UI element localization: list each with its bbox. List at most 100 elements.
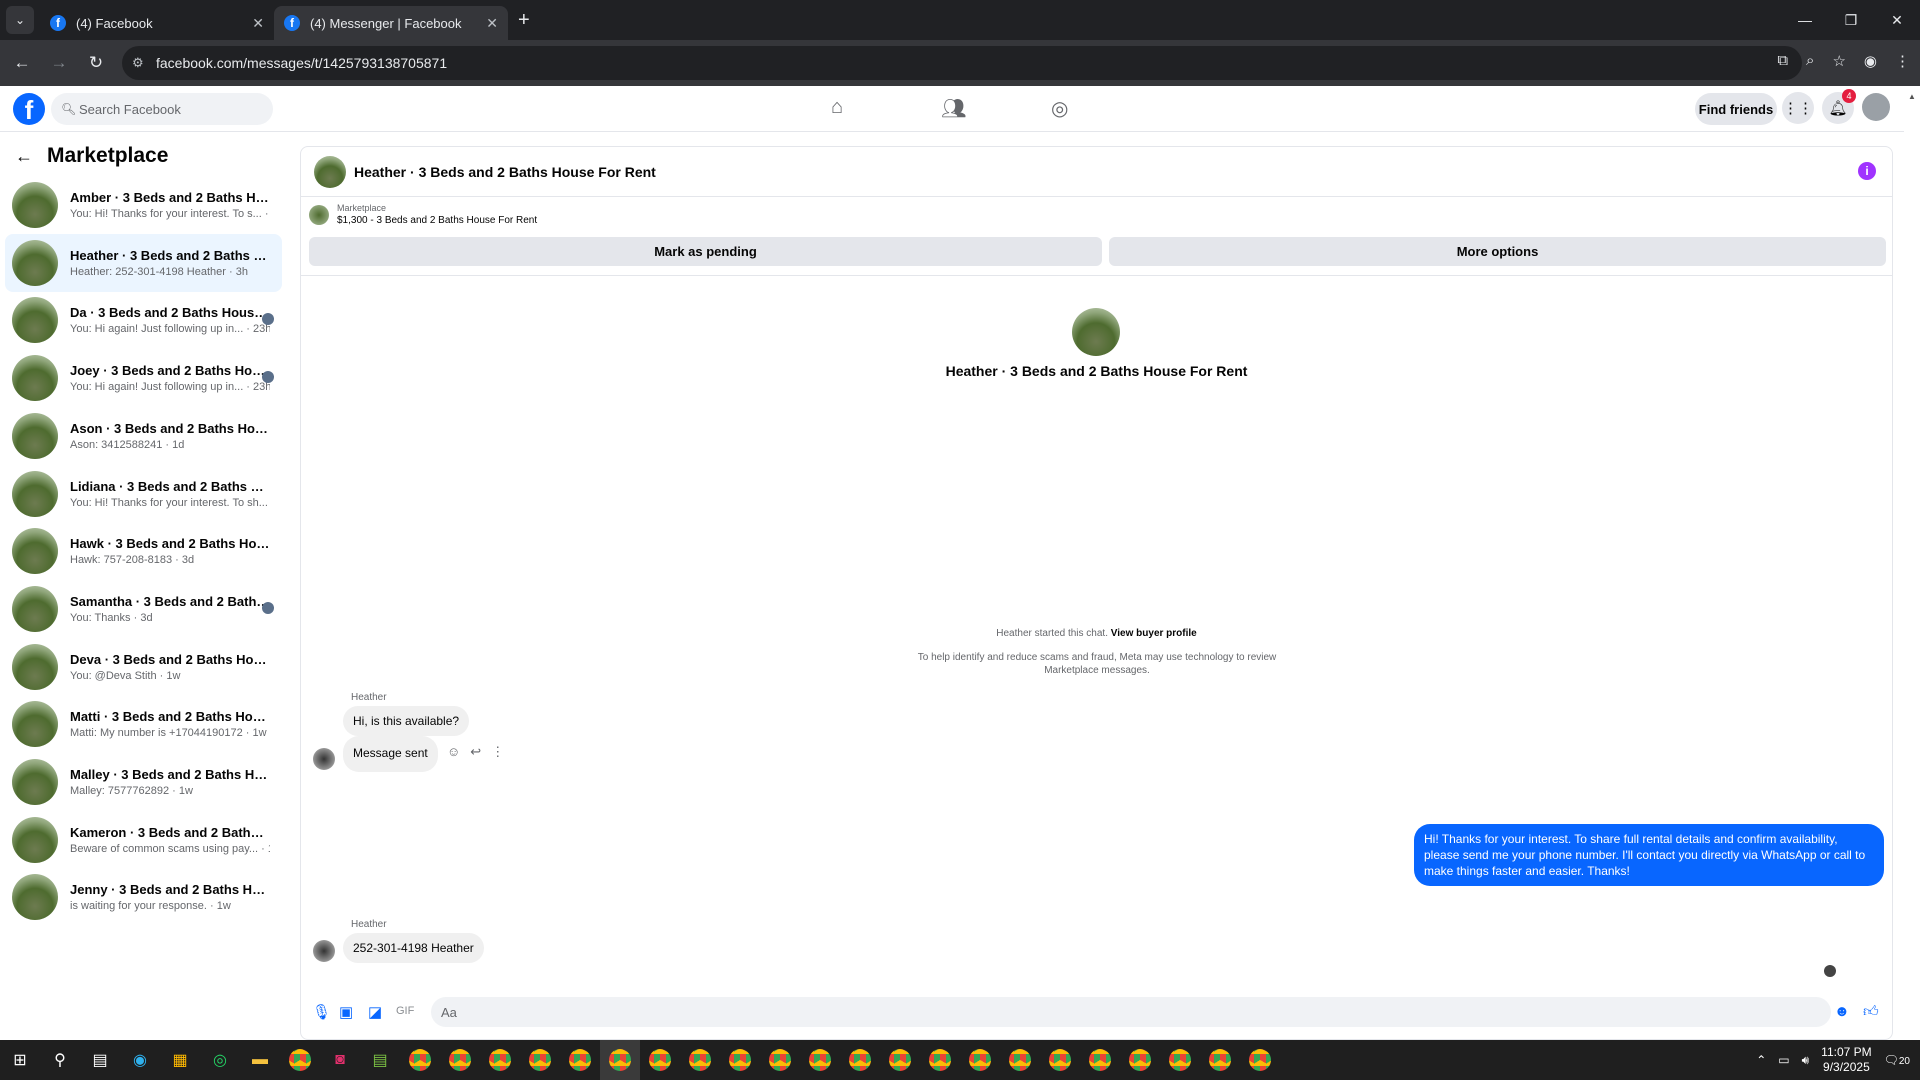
mark-as-pending-button[interactable]: Mark as pending [309, 237, 1102, 266]
info-icon[interactable]: i [1858, 162, 1876, 180]
zoom-icon[interactable]: ⌕ [1806, 52, 1814, 70]
clock[interactable]: 11:07 PM 9/3/2025 [1821, 1045, 1871, 1075]
conversation-item[interactable]: Amber · 3 Beds and 2 Baths House... You: … [5, 176, 282, 234]
friends-icon[interactable]: 👥︎ [941, 96, 966, 121]
facebook-logo-icon[interactable]: f [13, 93, 45, 125]
sender-avatar[interactable] [313, 940, 335, 962]
incoming-message[interactable]: 252-301-4198 Heather [343, 933, 484, 963]
task-view-icon[interactable]: ▤ [80, 1040, 120, 1080]
chrome-profile-icon[interactable] [920, 1040, 960, 1080]
listing-summary[interactable]: Marketplace $1,300 - 3 Beds and 2 Baths … [309, 203, 537, 226]
page-scrollbar[interactable]: ▲ [1904, 86, 1920, 1040]
chrome-profile-icon[interactable] [1160, 1040, 1200, 1080]
url-bar[interactable]: ⚙ facebook.com/messages/t/14257931387058… [122, 46, 1802, 80]
emoji-icon[interactable]: ☻ [1834, 1003, 1850, 1020]
incoming-message[interactable]: Hi, is this available? [343, 706, 470, 736]
edge-icon[interactable]: ◉ [120, 1040, 160, 1080]
start-icon[interactable]: ⊞ [0, 1040, 40, 1080]
conversation-item[interactable]: Hawk · 3 Beds and 2 Baths House ... Hawk:… [5, 522, 282, 580]
react-smiley-icon[interactable]: ☺ [447, 744, 460, 760]
menu-grid-icon[interactable]: ⋮⋮ [1782, 92, 1814, 124]
conversation-item[interactable]: Heather · 3 Beds and 2 Baths Hous... Heat… [5, 233, 282, 292]
back-arrow-icon[interactable]: ← [15, 146, 33, 167]
account-avatar[interactable] [1862, 93, 1890, 121]
like-thumb-icon[interactable]: 👍︎ [1863, 1003, 1879, 1021]
chrome-profile-icon[interactable] [1200, 1040, 1240, 1080]
conversation-item[interactable]: Deva · 3 Beds and 2 Baths House F... You:… [5, 638, 282, 696]
tray-overflow-icon[interactable]: ⌃ [1756, 1053, 1766, 1067]
notification-center-icon[interactable]: 🗨︎20 [1884, 1053, 1910, 1067]
minimize-icon[interactable]: — [1782, 0, 1828, 40]
chrome-icon[interactable] [280, 1040, 320, 1080]
chrome-profile-icon[interactable] [1240, 1040, 1280, 1080]
new-tab-button[interactable]: + [518, 9, 530, 32]
site-info-icon[interactable]: ⚙ [132, 55, 144, 71]
install-app-icon[interactable]: ⧉ [1777, 52, 1788, 70]
search-icon[interactable]: ⚲ [40, 1040, 80, 1080]
home-icon[interactable]: ⌂ [831, 96, 843, 119]
sticker-icon[interactable]: ◪ [368, 1003, 382, 1021]
file-explorer-icon[interactable]: ▬ [240, 1040, 280, 1080]
store-icon[interactable]: ▦ [160, 1040, 200, 1080]
tab-search-button[interactable]: ⌄ [6, 6, 34, 34]
instagram-icon[interactable]: ◙ [320, 1040, 360, 1080]
browser-tab-facebook[interactable]: f (4) Facebook ✕ [40, 6, 274, 40]
gif-icon[interactable]: GIF [396, 1005, 414, 1017]
browser-tab-messenger[interactable]: f (4) Messenger | Facebook ✕ [274, 6, 508, 40]
chat-title[interactable]: Heather · 3 Beds and 2 Baths House For R… [354, 164, 656, 180]
profile-icon[interactable]: ◉ [1864, 52, 1877, 70]
conversation-item[interactable]: Lidiana · 3 Beds and 2 Baths Hous... You:… [5, 465, 282, 523]
chrome-profile-icon[interactable] [640, 1040, 680, 1080]
whatsapp-icon[interactable]: ◎ [200, 1040, 240, 1080]
chrome-profile-icon[interactable] [1120, 1040, 1160, 1080]
microphone-icon[interactable]: 🎙︎ [312, 1003, 331, 1021]
chrome-profile-icon[interactable] [760, 1040, 800, 1080]
groups-icon[interactable]: ◎ [1051, 96, 1068, 121]
conversation-item[interactable]: Malley · 3 Beds and 2 Baths House... Mall… [5, 753, 282, 811]
conversation-item[interactable]: Matti · 3 Beds and 2 Baths House ... Matt… [5, 695, 282, 753]
restore-icon[interactable]: ❐ [1828, 0, 1874, 40]
close-window-icon[interactable]: ✕ [1874, 0, 1920, 40]
conversation-item[interactable]: Joey · 3 Beds and 2 Baths House... You: H… [5, 349, 282, 407]
view-buyer-profile-link[interactable]: View buyer profile [1111, 628, 1197, 639]
search-input[interactable]: 🔍︎ Search Facebook [51, 93, 273, 125]
chrome-profile-icon[interactable] [680, 1040, 720, 1080]
outgoing-message[interactable]: Hi! Thanks for your interest. To share f… [1414, 824, 1884, 886]
close-tab-icon[interactable]: ✕ [252, 15, 264, 32]
chrome-profile-icon[interactable] [600, 1040, 640, 1080]
chrome-profile-icon[interactable] [800, 1040, 840, 1080]
chrome-profile-icon[interactable] [440, 1040, 480, 1080]
more-options-button[interactable]: More options [1109, 237, 1886, 266]
back-icon[interactable]: ← [7, 53, 37, 73]
photo-icon[interactable]: ▣ [339, 1003, 353, 1021]
conversation-item[interactable]: Da · 3 Beds and 2 Baths House F... You: H… [5, 291, 282, 349]
conversation-item[interactable]: Ason · 3 Beds and 2 Baths House F... Ason… [5, 407, 282, 465]
chrome-profile-icon[interactable] [560, 1040, 600, 1080]
scroll-up-icon[interactable]: ▲ [1904, 92, 1920, 101]
sender-avatar[interactable] [313, 748, 335, 770]
chrome-profile-icon[interactable] [840, 1040, 880, 1080]
notepad-icon[interactable]: ▤ [360, 1040, 400, 1080]
conversation-item[interactable]: Kameron · 3 Beds and 2 Baths Hou... Bewar… [5, 811, 282, 869]
bookmark-star-icon[interactable]: ☆ [1832, 52, 1845, 70]
chrome-profile-icon[interactable] [1000, 1040, 1040, 1080]
message-input[interactable]: Aa [431, 997, 1831, 1027]
chat-avatar[interactable] [314, 155, 346, 188]
close-tab-icon[interactable]: ✕ [486, 15, 498, 32]
conversation-item[interactable]: Jenny · 3 Beds and 2 Baths House ... is w… [5, 868, 282, 926]
chrome-profile-icon[interactable] [480, 1040, 520, 1080]
chrome-profile-icon[interactable] [1080, 1040, 1120, 1080]
conversation-item[interactable]: Samantha · 3 Beds and 2 Baths ... You: Th… [5, 580, 282, 638]
buyer-avatar-large[interactable] [1072, 308, 1120, 356]
more-dots-icon[interactable]: ⋮ [491, 744, 504, 760]
volume-icon[interactable]: 🔊︎ [1802, 1053, 1810, 1068]
network-icon[interactable]: ▭ [1778, 1053, 1789, 1067]
chrome-profile-icon[interactable] [400, 1040, 440, 1080]
forward-icon[interactable]: → [44, 53, 74, 73]
incoming-message[interactable]: Message sent [343, 736, 438, 772]
reply-icon[interactable]: ↩ [470, 744, 481, 760]
find-friends-button[interactable]: Find friends [1695, 93, 1777, 125]
reload-icon[interactable]: ↻ [81, 53, 111, 73]
chrome-profile-icon[interactable] [520, 1040, 560, 1080]
chrome-profile-icon[interactable] [1040, 1040, 1080, 1080]
